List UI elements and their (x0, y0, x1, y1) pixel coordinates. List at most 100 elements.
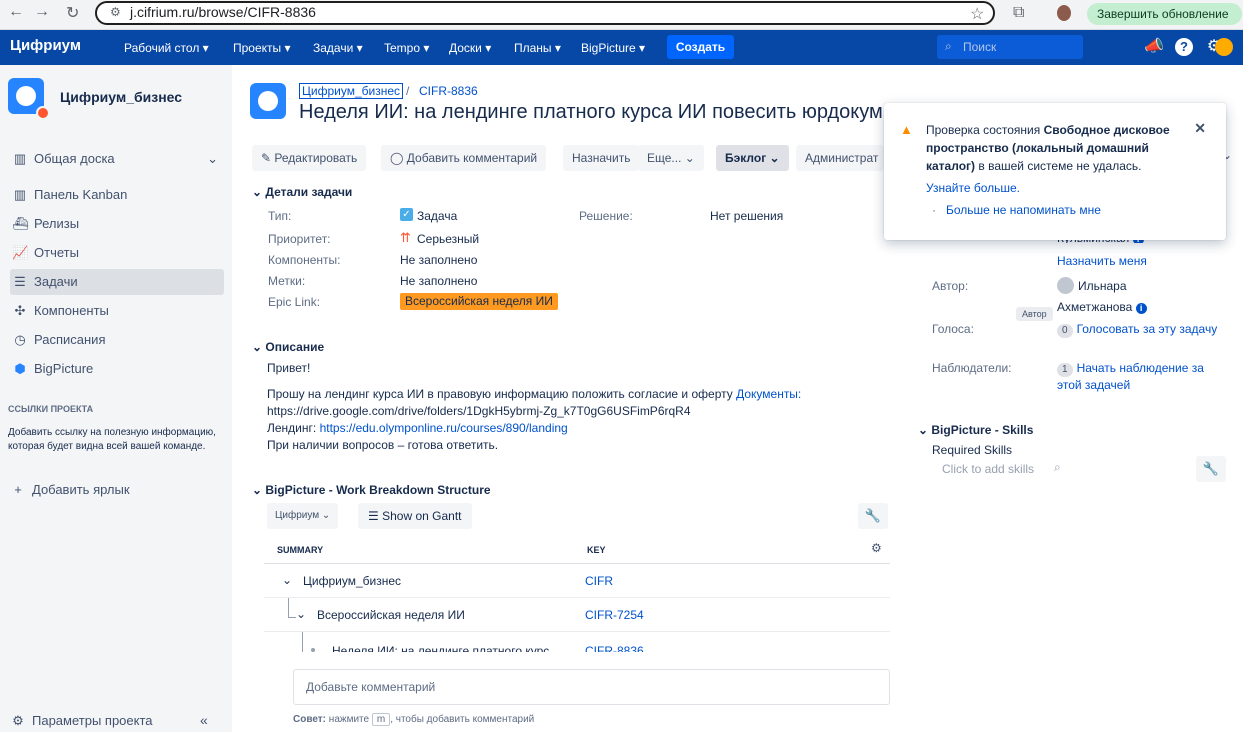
back-icon[interactable]: ← (8, 3, 24, 21)
app-logo[interactable]: Цифриум (10, 37, 81, 54)
tree-dot-icon (311, 648, 315, 652)
row-key[interactable]: CIFR (585, 574, 613, 588)
add-shortcut-button[interactable]: + Добавить ярлык (8, 477, 222, 503)
nav-tempo[interactable]: Tempo ▾ (384, 41, 429, 55)
add-comment-button[interactable]: ◯ Добавить комментарий (381, 145, 547, 171)
info-icon[interactable]: i (1135, 303, 1147, 314)
sidebar-item-components[interactable]: ✣ Компоненты (10, 298, 224, 324)
board-selector[interactable]: ▥ Общая доска ⌄ (10, 146, 224, 172)
skills-section-toggle[interactable]: ⌄ BigPicture - Skills (918, 423, 1033, 437)
docs-link[interactable]: Документы: (736, 387, 801, 401)
project-type-badge-icon (36, 106, 50, 120)
wbs-box-dropdown[interactable]: Цифриум ⌄ (267, 503, 339, 529)
table-row[interactable]: ⌄ Всероссийская неделя ИИ CIFR-7254 (264, 598, 890, 632)
nav-dashboard[interactable]: Рабочий стол ▾ (124, 41, 209, 55)
project-settings-link[interactable]: ⚙ Параметры проекта (8, 708, 222, 734)
chart-icon: 📈 (12, 245, 29, 260)
wbs-section-toggle[interactable]: ⌄ BigPicture - Work Breakdown Structure (252, 483, 491, 497)
row-summary[interactable]: Цифриум_бизнес (303, 574, 401, 588)
bigpicture-icon: ⬢ (14, 361, 26, 376)
site-info-icon[interactable]: ⚙ (110, 5, 121, 19)
search-input[interactable]: Поиск (937, 35, 1083, 59)
kanban-icon: ▥ (13, 187, 27, 202)
assign-to-me-link[interactable]: Назначить меня (1057, 254, 1147, 268)
sidebar-item-issues[interactable]: ☰ Задачи (10, 269, 224, 295)
learn-more-link[interactable]: Узнайте больше. (926, 181, 1020, 195)
project-avatar[interactable] (8, 78, 50, 120)
type-label: Тип: (268, 209, 292, 223)
nav-bigpicture[interactable]: BigPicture ▾ (581, 41, 645, 55)
columns-settings-icon[interactable]: ⚙ (871, 541, 882, 555)
wrench-icon[interactable]: 🔧 (1196, 456, 1226, 482)
more-button[interactable]: Еще... ⌄ (638, 145, 704, 171)
row-summary[interactable]: Всероссийская неделя ИИ (317, 608, 465, 622)
backlog-status-button[interactable]: Бэклог ⌄ (716, 145, 789, 171)
reload-icon[interactable]: ↻ (66, 3, 79, 23)
show-on-gantt-label: Show on Gantt (382, 509, 462, 523)
comment-input[interactable]: Добавьте комментарий (293, 669, 890, 705)
bullet: · (932, 203, 936, 217)
profile-avatar[interactable] (1057, 5, 1071, 21)
row-summary[interactable]: Неделя ИИ: на лендинге платного курс (332, 644, 549, 652)
breadcrumb-issue-key[interactable]: CIFR-8836 (419, 84, 478, 98)
nav-plans[interactable]: Планы ▾ (514, 41, 561, 55)
issue-title[interactable]: Неделя ИИ: на лендинге платного курса ИИ… (299, 101, 885, 129)
wrench-icon[interactable]: 🔧 (858, 503, 888, 529)
nav-boards[interactable]: Доски ▾ (449, 41, 491, 55)
sidebar-item-releases[interactable]: ⛴ Релизы (10, 211, 224, 237)
sidebar-item-schedules[interactable]: ◷ Расписания (10, 327, 224, 353)
add-skills-input[interactable]: Click to add skills (942, 462, 1034, 476)
description-landing: Лендинг: https://edu.olymponline.ru/cour… (267, 421, 568, 435)
landing-url-link[interactable]: https://edu.olymponline.ru/courses/890/l… (320, 421, 568, 435)
details-section-toggle[interactable]: ⌄ Детали задачи (252, 185, 352, 199)
expand-chevron-icon[interactable]: ⌄ (282, 573, 292, 587)
components-value[interactable]: Не заполнено (400, 253, 477, 267)
breadcrumb-project[interactable]: Цифриум_бизнес (299, 83, 403, 99)
row-key[interactable]: CIFR-7254 (585, 608, 644, 622)
table-row[interactable]: ⌄ Цифриум_бизнес CIFR (264, 564, 890, 598)
author-avatar (1057, 277, 1074, 294)
dont-remind-link[interactable]: Больше не напоминать мне (946, 203, 1101, 217)
watchers-value: 1 Начать наблюдение за (1057, 361, 1204, 377)
edit-button[interactable]: ✎ Редактировать (252, 145, 367, 171)
sidebar-item-label: Панель Kanban (34, 187, 128, 202)
watch-link-line-2[interactable]: этой задачей (1057, 378, 1130, 392)
description-section-toggle[interactable]: ⌄ Описание (252, 340, 324, 354)
tasks-icon: ☰ (14, 274, 26, 289)
assign-button[interactable]: Назначить (563, 145, 640, 171)
help-icon[interactable]: ? (1175, 38, 1193, 56)
finish-update-button[interactable]: Завершить обновление ⋮ (1087, 3, 1242, 43)
sidebar-item-kanban[interactable]: ▥ Панель Kanban (10, 182, 224, 208)
watchers-count-badge: 1 (1057, 363, 1073, 377)
wbs-title: BigPicture - Work Breakdown Structure (265, 483, 491, 497)
nav-projects[interactable]: Проекты ▾ (233, 41, 291, 55)
close-icon[interactable]: ✕ (1194, 120, 1206, 137)
user-avatar[interactable] (1215, 38, 1233, 56)
author-name-line-1[interactable]: Ильнара (1078, 279, 1127, 293)
extensions-icon[interactable]: ⧉ (1013, 4, 1024, 22)
expand-chevron-icon[interactable]: ⌄ (296, 607, 306, 621)
sidebar-item-reports[interactable]: 📈 Отчеты (10, 240, 224, 266)
megaphone-icon[interactable]: 📣 (1143, 36, 1165, 58)
row-key[interactable]: CIFR-8836 (585, 644, 644, 652)
table-row[interactable]: Неделя ИИ: на лендинге платного курс CIF… (264, 632, 890, 652)
watch-link[interactable]: Начать наблюдение за (1077, 361, 1204, 375)
collapse-sidebar-icon[interactable]: « (200, 712, 208, 728)
bookmark-star-icon[interactable]: ☆ (970, 4, 984, 24)
vote-link[interactable]: Голосовать за эту задачу (1077, 322, 1218, 336)
details-title: Детали задачи (265, 185, 353, 199)
issue-project-avatar[interactable] (250, 83, 286, 119)
nav-issues[interactable]: Задачи ▾ (313, 41, 363, 55)
create-button[interactable]: Создать (667, 35, 734, 59)
author-name-line-2[interactable]: Ахметжанова i (1057, 300, 1147, 314)
epic-link-lozenge[interactable]: Всероссийская неделя ИИ (400, 293, 558, 310)
gantt-icon: ☰ (368, 509, 379, 523)
forward-icon[interactable]: → (34, 3, 50, 21)
show-on-gantt-button[interactable]: ☰ Show on Gantt (358, 503, 472, 529)
admin-button[interactable]: Администрат (796, 145, 884, 171)
sidebar-item-bigpicture[interactable]: ⬢ BigPicture (10, 356, 224, 382)
epic-link-label: Epic Link: (268, 295, 321, 309)
clock-icon: ◷ (14, 332, 26, 347)
labels-value[interactable]: Не заполнено (400, 274, 477, 288)
docs-url-link[interactable]: https://drive.google.com/drive/folders/1… (267, 404, 691, 418)
